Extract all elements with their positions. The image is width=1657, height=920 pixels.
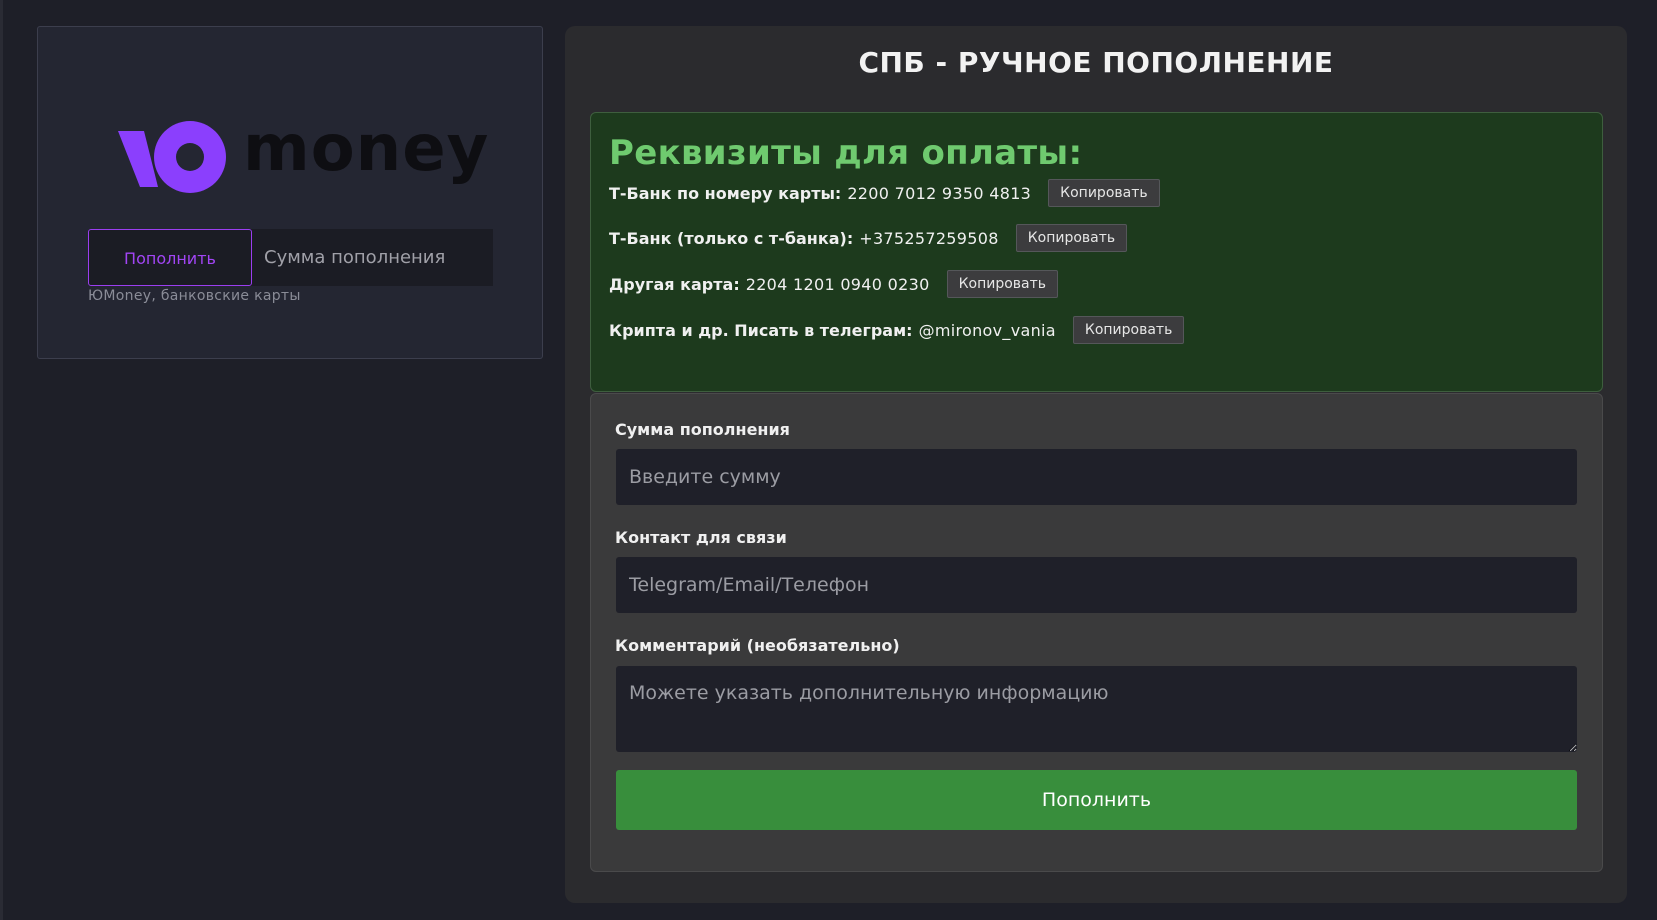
copy-button[interactable]: Копировать: [1072, 316, 1185, 344]
yoomoney-topup-button[interactable]: Пополнить: [88, 229, 252, 286]
yoomoney-card: money Пополнить ЮMoney, банковские карты: [37, 26, 543, 359]
requisite-row: Другая карта: 2204 1201 0940 0230 Копиро…: [609, 270, 1059, 298]
requisite-value: @mironov_vania: [918, 320, 1056, 340]
requisite-label: Крипта и др. Писать в телеграм:: [609, 320, 913, 340]
contact-input[interactable]: [616, 557, 1577, 613]
requisite-label: Т-Банк по номеру карты:: [609, 183, 842, 203]
sbp-panel: СПБ - РУЧНОЕ ПОПОЛНЕНИЕ Реквизиты для оп…: [565, 26, 1627, 903]
window-edge: [0, 0, 3, 920]
copy-button[interactable]: Копировать: [1015, 224, 1128, 252]
yoomoney-logo: money: [116, 99, 488, 199]
amount-label: Сумма пополнения: [615, 420, 790, 439]
copy-button[interactable]: Копировать: [1048, 179, 1160, 207]
comment-label: Комментарий (необязательно): [615, 636, 900, 655]
requisite-row: Крипта и др. Писать в телеграм: @mironov…: [609, 316, 1185, 344]
page-title: СПБ - РУЧНОЕ ПОПОЛНЕНИЕ: [858, 46, 1334, 79]
requisite-row: Т-Банк по номеру карты: 2200 7012 9350 4…: [609, 179, 1160, 207]
requisite-value: 2204 1201 0940 0230: [745, 274, 930, 294]
yoomoney-form: Пополнить: [88, 229, 493, 286]
yoomoney-wordmark: money: [243, 112, 490, 186]
requisite-value: 2200 7012 9350 4813: [847, 183, 1032, 203]
copy-button[interactable]: Копировать: [946, 270, 1059, 298]
contact-label: Контакт для связи: [615, 528, 787, 547]
amount-input[interactable]: [616, 449, 1577, 505]
requisite-label: Т-Банк (только с т-банка):: [609, 228, 854, 248]
topup-form: Сумма пополнения Контакт для связи Комме…: [590, 393, 1603, 872]
requisite-row: Т-Банк (только с т-банка): +375257259508…: [609, 224, 1128, 252]
requisite-value: +375257259508: [859, 228, 999, 248]
requisites-title: Реквизиты для оплаты:: [609, 133, 1083, 173]
comment-textarea[interactable]: [616, 666, 1577, 752]
requisite-label: Другая карта:: [609, 274, 740, 294]
yoomoney-amount-input[interactable]: [252, 229, 493, 286]
yoomoney-note: ЮMoney, банковские карты: [88, 288, 301, 304]
requisites-box: Реквизиты для оплаты: Т-Банк по номеру к…: [590, 112, 1603, 392]
topup-submit-button[interactable]: Пополнить: [616, 770, 1577, 830]
yoomoney-logo-icon: [118, 121, 226, 193]
